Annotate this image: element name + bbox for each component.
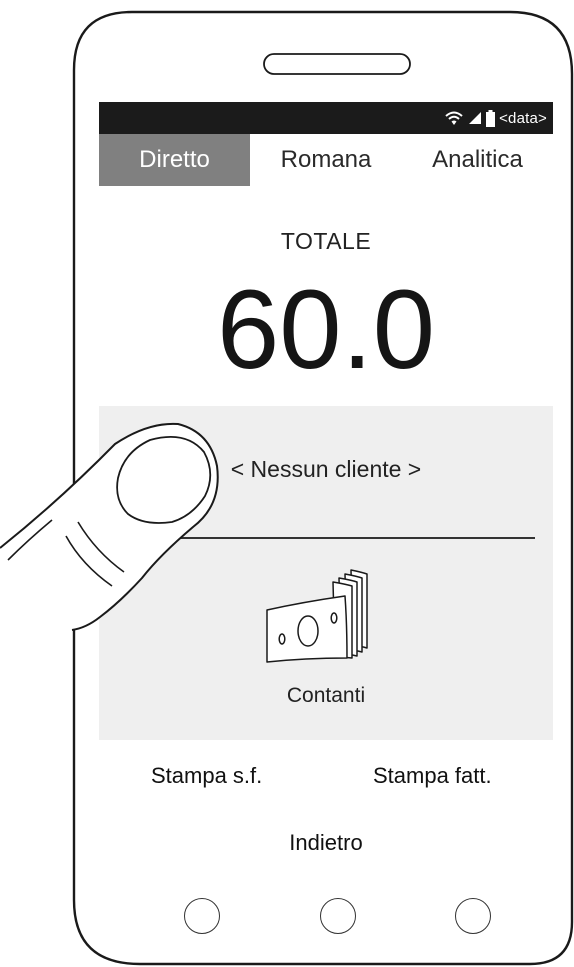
cash-label: Contanti <box>286 684 366 707</box>
tab-bar: Diretto Romana Analitica <box>99 134 553 186</box>
battery-icon <box>486 109 496 127</box>
customer-selector[interactable]: < Nessun cliente > <box>99 456 553 483</box>
signal-icon <box>469 112 482 124</box>
recents-nav-icon[interactable] <box>455 898 491 934</box>
tab-analitica[interactable]: Analitica <box>402 134 553 186</box>
status-bar: <data> <box>99 102 553 134</box>
tab-romana[interactable]: Romana <box>250 134 402 186</box>
wifi-icon <box>445 111 463 125</box>
screen: <data> Diretto Romana Analitica TOTALE 6… <box>99 102 553 878</box>
divider <box>119 537 535 539</box>
total-value: 60.0 <box>217 267 435 392</box>
back-nav-icon[interactable] <box>184 898 220 934</box>
home-nav-icon[interactable] <box>320 898 356 934</box>
print-invoice-button[interactable]: Stampa fatt. <box>373 763 492 789</box>
total-label: TOTALE <box>280 228 372 254</box>
speaker-grille <box>263 53 411 75</box>
tab-diretto[interactable]: Diretto <box>99 134 250 186</box>
back-button[interactable]: Indietro <box>99 830 553 856</box>
print-sf-button[interactable]: Stampa s.f. <box>151 763 262 789</box>
cash-icon[interactable] <box>263 568 391 664</box>
status-text: <data> <box>499 109 547 127</box>
